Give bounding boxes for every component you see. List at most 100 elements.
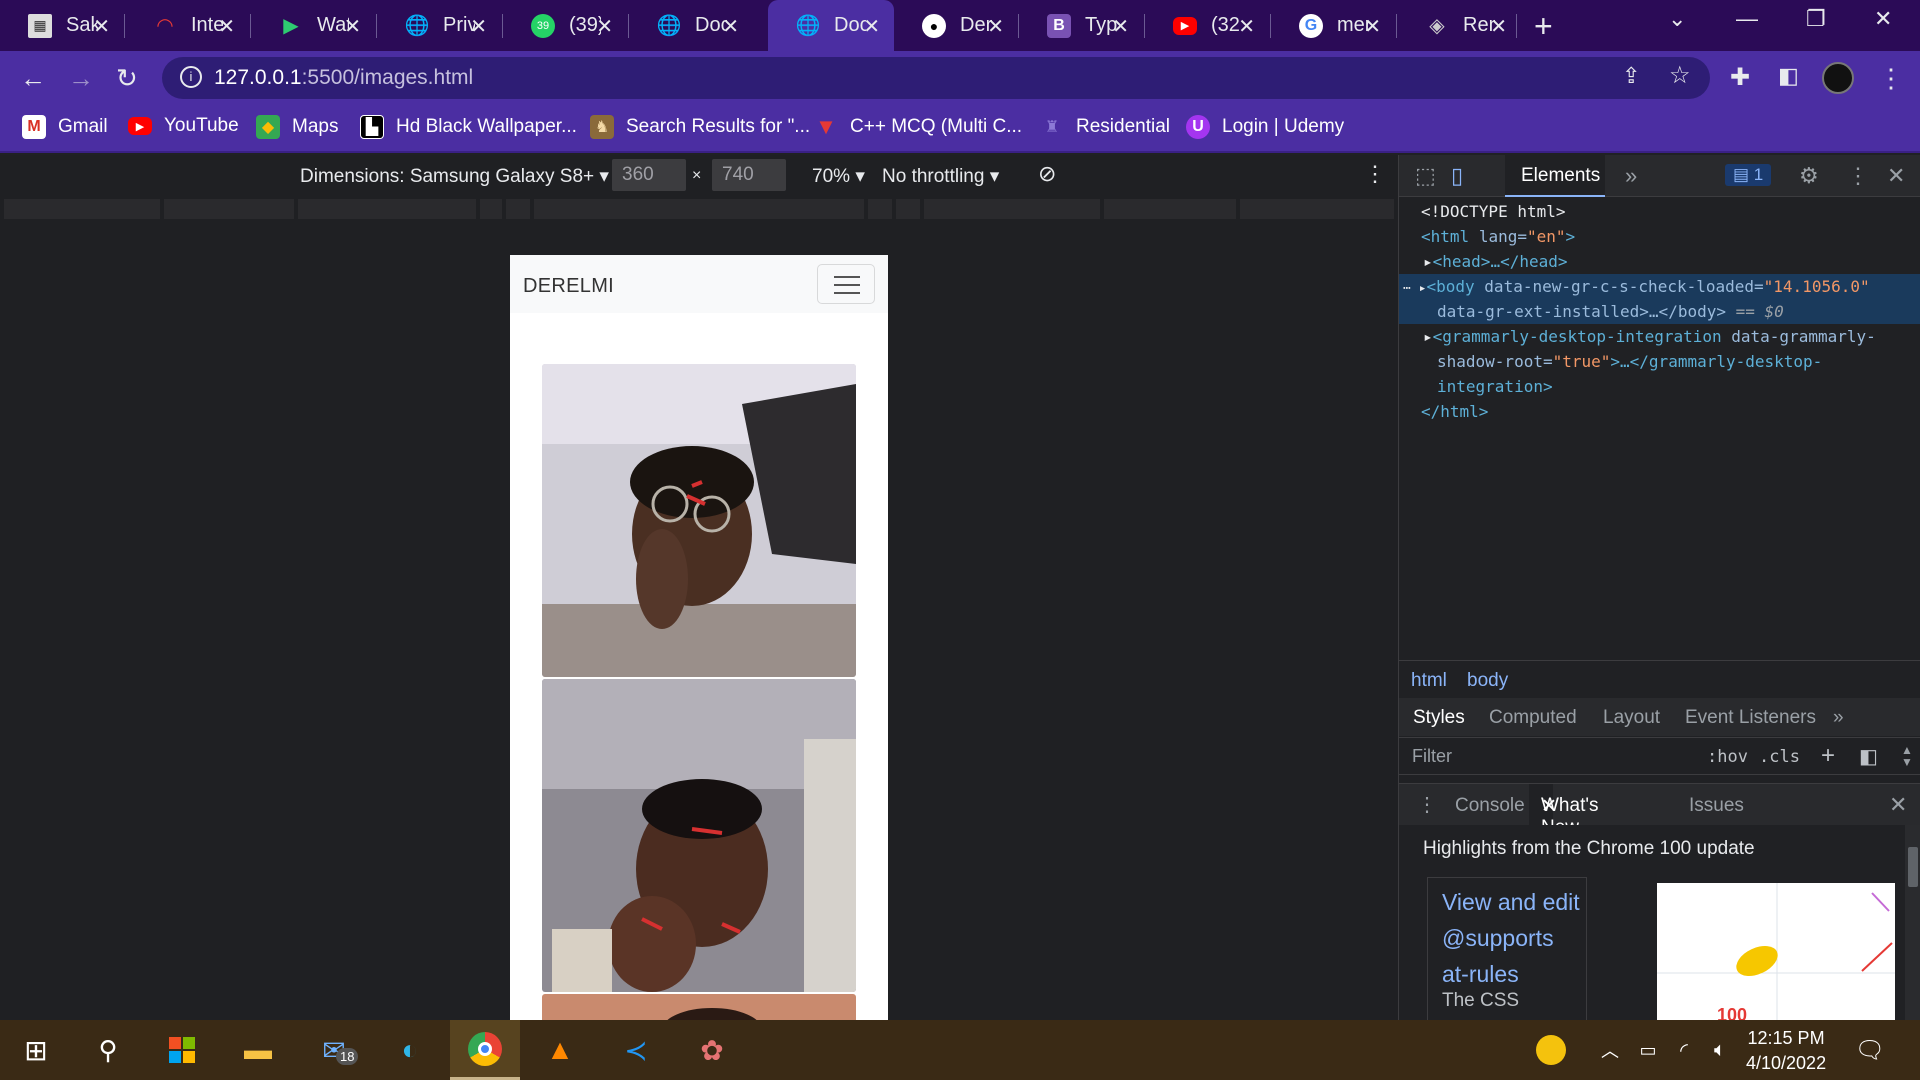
zoom-dropdown[interactable]: 70% ▾ xyxy=(812,165,865,188)
close-tab-icon[interactable]: ✕ xyxy=(1238,14,1255,39)
tab-search-icon[interactable]: ⌄ xyxy=(1668,6,1686,32)
computed-sidebar-icon[interactable]: ◧ xyxy=(1859,744,1878,769)
close-tab-icon[interactable]: ✕ xyxy=(218,14,235,39)
vlc-icon[interactable]: ▲ xyxy=(540,1032,580,1068)
browser-tab[interactable]: B Typ ✕ xyxy=(1019,0,1143,51)
drawer-menu-icon[interactable]: ⋮ xyxy=(1417,792,1437,817)
close-devtools-icon[interactable]: ✕ xyxy=(1887,163,1905,189)
close-tab-icon[interactable]: ✕ xyxy=(1112,14,1129,39)
browser-tab[interactable]: ◈ Ren ✕ xyxy=(1397,0,1521,51)
wifi-icon[interactable]: ◜ xyxy=(1664,1032,1704,1068)
browser-tab[interactable]: 🌐 Priv ✕ xyxy=(377,0,501,51)
styles-filter-input[interactable]: Filter xyxy=(1402,742,1692,772)
dom-node-selected[interactable]: ⋯ ▸<body data-new-gr-c-s-check-loaded="1… xyxy=(1399,274,1920,299)
close-tab-icon[interactable]: ✕ xyxy=(93,14,110,39)
dom-node[interactable]: ▸<grammarly-desktop-integration data-gra… xyxy=(1399,324,1920,349)
throttling-dropdown[interactable]: No throttling ▾ xyxy=(882,165,999,188)
bookmark-maps[interactable]: ◆ Maps xyxy=(256,115,338,139)
breadcrumb-html[interactable]: html xyxy=(1411,670,1447,692)
browser-tab[interactable]: ▶ Wat ✕ xyxy=(251,0,375,51)
extensions-icon[interactable]: ✚ xyxy=(1730,63,1750,92)
paint-app-icon[interactable]: ✿ xyxy=(692,1032,732,1068)
cls-toggle[interactable]: .cls xyxy=(1759,747,1800,767)
tab-whats-new[interactable]: What's New ✕ xyxy=(1529,784,1598,838)
more-tabs-icon[interactable]: » xyxy=(1625,163,1637,189)
chrome-icon[interactable] xyxy=(450,1020,520,1080)
navbar-toggler-button[interactable] xyxy=(817,264,875,304)
browser-tab[interactable]: ▦ Sak ✕ xyxy=(0,0,124,51)
settings-gear-icon[interactable]: ⚙ xyxy=(1799,163,1819,189)
volume-icon[interactable]: 🔈︎ xyxy=(1700,1032,1740,1068)
scroll-arrows-icon[interactable]: ▲ ▼ xyxy=(1901,744,1913,768)
weather-icon[interactable] xyxy=(1536,1035,1566,1065)
back-icon[interactable]: ← xyxy=(20,63,46,94)
dom-node-selected-cont[interactable]: data-gr-ext-installed>…</body> == $0 xyxy=(1399,299,1920,324)
bookmark-youtube[interactable]: ▶ YouTube xyxy=(128,115,239,137)
notification-icon[interactable]: 🗨︎ xyxy=(1850,1032,1890,1068)
bookmark-wallpaper[interactable]: ▙ Hd Black Wallpaper... xyxy=(360,115,577,139)
navbar-brand[interactable]: DERELMI xyxy=(523,275,614,298)
close-drawer-icon[interactable]: ✕ xyxy=(1889,792,1907,818)
dom-node[interactable]: <!DOCTYPE html> xyxy=(1399,199,1920,224)
close-tab-icon[interactable]: ✕ xyxy=(1490,14,1507,39)
inspect-element-icon[interactable]: ⬚ xyxy=(1415,163,1436,189)
tab-styles[interactable]: Styles xyxy=(1413,707,1465,729)
battery-icon[interactable]: ▭ xyxy=(1628,1032,1668,1068)
tray-chevron-icon[interactable]: ︿ xyxy=(1590,1032,1630,1068)
close-tab-icon[interactable]: ✕ xyxy=(863,14,880,39)
edge-icon[interactable]: ◐ xyxy=(390,1032,430,1068)
breadcrumb-body[interactable]: body xyxy=(1467,670,1508,692)
close-tab-icon[interactable]: ✕ xyxy=(987,14,1004,39)
browser-tab[interactable]: 39 (39) ✕ xyxy=(503,0,627,51)
close-tab-icon[interactable]: ✕ xyxy=(344,14,361,39)
expand-arrow-icon[interactable]: ▸ xyxy=(1423,252,1433,271)
vscode-icon[interactable]: ≺ xyxy=(616,1032,656,1068)
forward-icon[interactable]: → xyxy=(68,63,94,94)
device-toggle-icon[interactable]: ▯ xyxy=(1451,163,1463,189)
minimize-button[interactable]: — xyxy=(1736,6,1758,32)
hov-toggle[interactable]: :hov xyxy=(1707,747,1748,767)
new-rule-icon[interactable]: + xyxy=(1821,742,1835,770)
issues-badge[interactable]: ▤ 1 xyxy=(1725,164,1772,186)
search-icon[interactable]: ⚲ xyxy=(88,1032,128,1068)
dom-node-cont[interactable]: integration> xyxy=(1399,374,1920,399)
browser-tab[interactable]: ◠ Inte ✕ xyxy=(125,0,249,51)
close-window-button[interactable]: ✕ xyxy=(1874,6,1892,32)
dom-node[interactable]: <html lang="en"> xyxy=(1399,224,1920,249)
mail-icon[interactable]: ✉ 18 xyxy=(314,1032,359,1068)
side-panel-icon[interactable]: ◧ xyxy=(1778,63,1799,89)
tab-layout[interactable]: Layout xyxy=(1603,707,1660,729)
restore-button[interactable]: ❐ xyxy=(1806,6,1826,32)
close-tab-icon[interactable]: ✕ xyxy=(1364,14,1381,39)
browser-tab-active[interactable]: 🌐 Doc ✕ xyxy=(768,0,894,51)
bookmark-udemy[interactable]: U Login | Udemy xyxy=(1186,115,1344,139)
windows-start-icon[interactable]: ⊞ xyxy=(16,1032,56,1068)
tab-elements[interactable]: Elements xyxy=(1505,155,1605,197)
bookmark-search-results[interactable]: ♞ Search Results for "... xyxy=(590,115,810,139)
device-more-icon[interactable]: ⋮ xyxy=(1364,161,1386,187)
file-explorer-icon[interactable]: ▬ xyxy=(238,1032,278,1068)
star-icon[interactable]: ☆ xyxy=(1669,61,1691,90)
browser-tab[interactable]: 🌐 Doc ✕ xyxy=(629,0,753,51)
close-tab-icon[interactable]: ✕ xyxy=(470,14,487,39)
drawer-scrollbar[interactable] xyxy=(1905,825,1920,1020)
microsoft-store-icon[interactable] xyxy=(162,1032,202,1068)
browser-tab[interactable]: ▶ (32 ✕ xyxy=(1145,0,1269,51)
address-bar[interactable]: i 127.0.0.1:5500/images.html ⇪ ☆ xyxy=(162,57,1710,99)
device-dimensions-dropdown[interactable]: Dimensions: Samsung Galaxy S8+ ▾ xyxy=(300,165,609,188)
site-info-icon[interactable]: i xyxy=(180,66,202,88)
browser-tab[interactable]: G mer ✕ xyxy=(1271,0,1395,51)
more-tabs-icon[interactable]: » xyxy=(1833,707,1844,729)
url-text[interactable]: 127.0.0.1:5500/images.html xyxy=(214,66,473,90)
menu-icon[interactable]: ⋮ xyxy=(1878,63,1904,94)
close-tab-icon[interactable]: ✕ xyxy=(596,14,613,39)
dom-node[interactable]: ▸<head>…</head> xyxy=(1399,249,1920,274)
system-clock[interactable]: 12:15 PM 4/10/2022 xyxy=(1746,1026,1826,1076)
new-tab-button[interactable]: + xyxy=(1534,8,1553,45)
close-tab-icon[interactable]: ✕ xyxy=(1541,795,1557,818)
tab-computed[interactable]: Computed xyxy=(1489,707,1577,729)
dom-node[interactable]: </html> xyxy=(1399,399,1920,424)
tab-issues[interactable]: Issues xyxy=(1689,795,1744,817)
dom-node-cont[interactable]: shadow-root="true">…</grammarly-desktop- xyxy=(1399,349,1920,374)
share-icon[interactable]: ⇪ xyxy=(1622,63,1640,89)
